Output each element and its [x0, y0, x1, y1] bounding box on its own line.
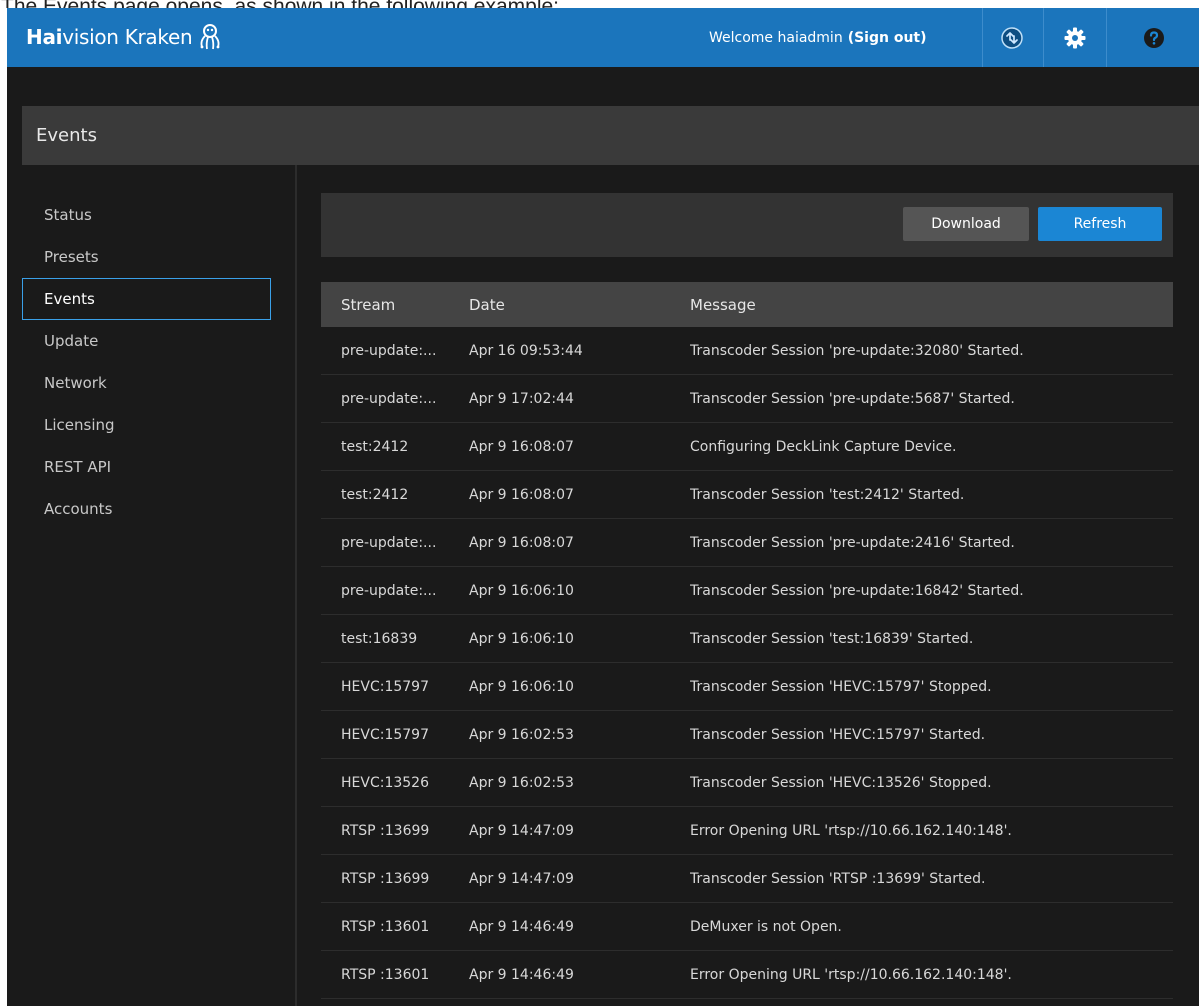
status-sync-icon[interactable] — [982, 8, 1042, 67]
table-row[interactable]: test:16839 Apr 9 16:06:10 Transcoder Sessi… — [321, 615, 1173, 663]
caption-highlight: Events — [43, 0, 107, 8]
cell-message: Transcoder Session 'HEVC:15797' Started. — [690, 726, 986, 743]
sidebar-item-licensing[interactable]: Licensing — [22, 404, 271, 446]
table-row[interactable]: test:2412 Apr 9 16:08:07 Configuring DeckL… — [321, 423, 1173, 471]
table-row[interactable]: HEVC:15797 Apr 9 16:06:10 Transcoder Sessi… — [321, 663, 1173, 711]
cell-stream: RTSP :13699 — [341, 870, 430, 887]
logo-brand-rest: vision — [62, 25, 119, 49]
cell-message: Transcoder Session 'RTSP :13699' Started… — [690, 870, 986, 887]
table-row[interactable]: pre-update:... Apr 16 09:53:44 Transcoder … — [321, 327, 1173, 375]
column-header-message[interactable]: Message — [690, 296, 1173, 314]
sidebar-item-presets[interactable]: Presets — [22, 236, 271, 278]
cell-date: Apr 9 16:08:07 — [469, 486, 574, 503]
cell-date: Apr 9 16:08:07 — [469, 438, 574, 455]
sidebar-item-update[interactable]: Update — [22, 320, 271, 362]
sidebar-item-status[interactable]: Status — [22, 194, 271, 236]
cell-message: Error Opening URL 'rtsp://10.66.162.140:… — [690, 966, 1012, 983]
table-row[interactable]: test:2412 Apr 9 16:08:07 Transcoder Sessio… — [321, 471, 1173, 519]
sidebar-item-network[interactable]: Network — [22, 362, 271, 404]
table-header: Stream Date Message — [321, 282, 1173, 327]
download-button[interactable]: Download — [903, 207, 1029, 241]
cell-message: Transcoder Session 'pre-update:2416' Sta… — [690, 534, 1015, 551]
page-title: Events — [36, 125, 97, 146]
cell-stream: RTSP :13699 — [341, 822, 430, 839]
table-row[interactable]: HEVC:15797 Apr 9 16:02:53 Transcoder Sessi… — [321, 711, 1173, 759]
welcome-area: Welcome haiadmin (Sign out) — [709, 8, 927, 67]
caption-suffix: page opens, as shown in the following ex… — [107, 0, 559, 8]
cell-date: Apr 9 14:47:09 — [469, 822, 574, 839]
cell-stream: RTSP :13601 — [341, 966, 430, 983]
table-row[interactable]: pre-update:... Apr 9 16:06:10 Transcoder S… — [321, 567, 1173, 615]
cell-message: Error Opening URL 'rtsp://10.66.162.140:… — [690, 822, 1012, 839]
sidebar-item-events[interactable]: Events — [22, 278, 271, 320]
haivision-kraken-logo[interactable]: Hai vision Kraken — [26, 20, 224, 54]
sidebar-item-accounts[interactable]: Accounts — [22, 488, 271, 530]
table-row[interactable]: HEVC:13526 Apr 9 16:02:53 Transcoder Sessi… — [321, 759, 1173, 807]
cell-message: Transcoder Session 'test:2412' Started. — [690, 486, 965, 503]
cell-message: DeMuxer is not Open. — [690, 918, 842, 935]
cell-stream: test:16839 — [341, 630, 418, 647]
document-caption: The Events page opens, as shown in the f… — [0, 0, 1199, 8]
cell-message: Configuring DeckLink Capture Device. — [690, 438, 957, 455]
cell-message: Transcoder Session 'test:16839' Started. — [690, 630, 974, 647]
refresh-button[interactable]: Refresh — [1038, 207, 1162, 241]
cell-stream: test:2412 — [341, 486, 409, 503]
app-window: Hai vision Kraken Welcome haiadmin (Sign … — [7, 8, 1199, 1006]
welcome-text: Welcome haiadmin — [709, 29, 843, 46]
topbar-divider — [1106, 8, 1107, 67]
cell-stream: pre-update:... — [341, 582, 437, 599]
table-row[interactable]: RTSP :13601 Apr 9 14:46:49 Error Opening U… — [321, 951, 1173, 999]
column-header-date[interactable]: Date — [469, 296, 690, 314]
cell-stream: HEVC:15797 — [341, 678, 429, 695]
top-bar: Hai vision Kraken Welcome haiadmin (Sign … — [7, 8, 1199, 67]
topbar-divider — [1043, 8, 1044, 67]
sidebar-item-rest-api[interactable]: REST API — [22, 446, 271, 488]
cell-stream: pre-update:... — [341, 534, 437, 551]
logo-brand-bold: Hai — [26, 25, 63, 49]
help-icon[interactable] — [1124, 8, 1184, 67]
cell-date: Apr 9 16:06:10 — [469, 582, 574, 599]
column-header-stream[interactable]: Stream — [321, 296, 469, 314]
cell-date: Apr 9 16:02:53 — [469, 726, 574, 743]
sidebar-divider — [295, 165, 297, 1006]
table-body: pre-update:... Apr 16 09:53:44 Transcoder … — [321, 327, 1173, 999]
table-row[interactable]: RTSP :13699 Apr 9 14:47:09 Error Opening U… — [321, 807, 1173, 855]
cell-date: Apr 9 14:46:49 — [469, 966, 574, 983]
table-row[interactable]: pre-update:... Apr 9 17:02:44 Transcoder S… — [321, 375, 1173, 423]
cell-message: Transcoder Session 'HEVC:13526' Stopped. — [690, 774, 992, 791]
cell-message: Transcoder Session 'pre-update:32080' St… — [690, 342, 1024, 359]
cell-date: Apr 9 16:08:07 — [469, 534, 574, 551]
cell-date: Apr 16 09:53:44 — [469, 342, 583, 359]
table-row[interactable]: pre-update:... Apr 9 16:08:07 Transcoder S… — [321, 519, 1173, 567]
sidebar-nav: Status Presets Events Update Network Lic… — [22, 194, 272, 530]
logo-product: Kraken — [124, 25, 193, 49]
cell-stream: pre-update:... — [341, 342, 437, 359]
sign-out-link[interactable]: (Sign out) — [848, 30, 927, 46]
cell-date: Apr 9 16:02:53 — [469, 774, 574, 791]
cell-message: Transcoder Session 'pre-update:16842' St… — [690, 582, 1024, 599]
cell-stream: HEVC:15797 — [341, 726, 429, 743]
gear-icon[interactable] — [1045, 8, 1105, 67]
events-table: Stream Date Message pre-update:... Apr 16… — [321, 282, 1173, 999]
table-row[interactable]: RTSP :13699 Apr 9 14:47:09 Transcoder Sess… — [321, 855, 1173, 903]
cell-message: Transcoder Session 'pre-update:5687' Sta… — [690, 390, 1015, 407]
cell-date: Apr 9 14:46:49 — [469, 918, 574, 935]
cell-message: Transcoder Session 'HEVC:15797' Stopped. — [690, 678, 992, 695]
cell-date: Apr 9 14:47:09 — [469, 870, 574, 887]
cell-date: Apr 9 17:02:44 — [469, 390, 574, 407]
cell-stream: RTSP :13601 — [341, 918, 430, 935]
cell-date: Apr 9 16:06:10 — [469, 678, 574, 695]
page-title-bar: Events — [22, 106, 1199, 165]
kraken-octopus-icon — [200, 24, 220, 50]
table-row[interactable]: RTSP :13601 Apr 9 14:46:49 DeMuxer is not … — [321, 903, 1173, 951]
events-toolbar: Download Refresh — [321, 193, 1173, 257]
caption-prefix: The — [1, 0, 43, 8]
cell-stream: pre-update:... — [341, 390, 437, 407]
cell-date: Apr 9 16:06:10 — [469, 630, 574, 647]
cell-stream: HEVC:13526 — [341, 774, 429, 791]
cell-stream: test:2412 — [341, 438, 409, 455]
